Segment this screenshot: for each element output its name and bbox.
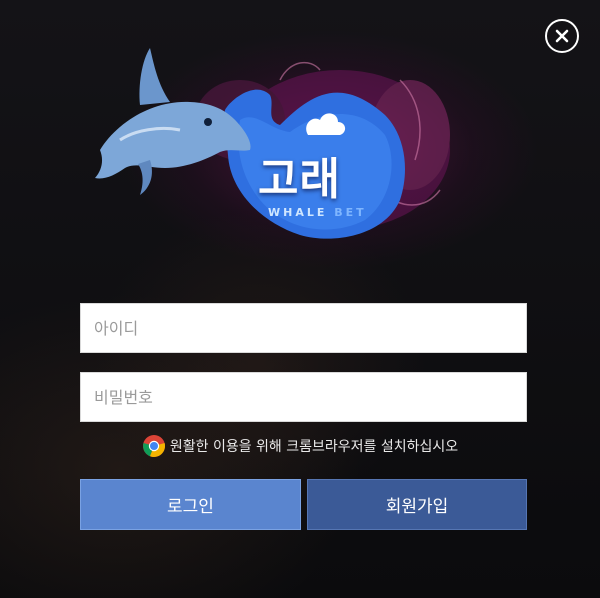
password-input[interactable] bbox=[81, 373, 526, 421]
logo-subtitle-whale: WHALE bbox=[268, 206, 328, 219]
signup-button[interactable]: 회원가입 bbox=[307, 479, 527, 530]
login-button-label: 로그인 bbox=[167, 497, 214, 517]
chrome-icon bbox=[142, 435, 165, 457]
close-button[interactable] bbox=[545, 19, 579, 53]
close-icon bbox=[555, 29, 569, 43]
signup-button-label: 회원가입 bbox=[385, 497, 449, 517]
browser-hint: 원활한 이용을 위해 크롬브라우저를 설치하십시오 bbox=[0, 434, 600, 458]
browser-hint-text: 원활한 이용을 위해 크롬브라우저를 설치하십시오 bbox=[169, 439, 459, 455]
password-field-wrapper bbox=[80, 372, 527, 422]
login-button[interactable]: 로그인 bbox=[80, 479, 301, 530]
logo-subtitle: WHALE BET bbox=[268, 206, 367, 219]
id-field-wrapper bbox=[80, 303, 527, 353]
login-modal: 고래 WHALE BET 원활한 이용을 위해 크롬브라우저를 설치하십시오 로… bbox=[0, 0, 600, 598]
logo-subtitle-bet: BET bbox=[334, 206, 367, 219]
logo-title: 고래 bbox=[258, 154, 341, 205]
id-input[interactable] bbox=[81, 304, 526, 352]
